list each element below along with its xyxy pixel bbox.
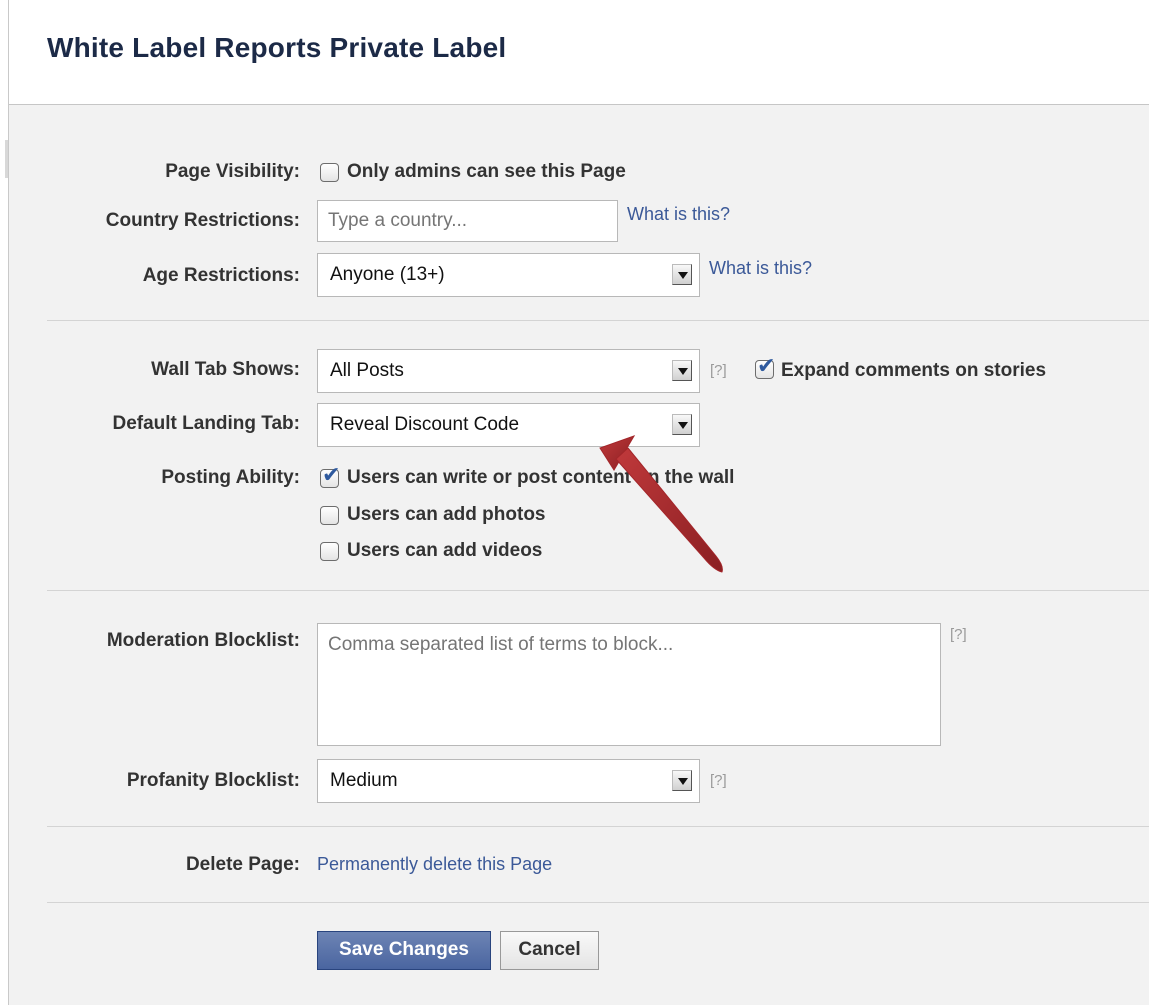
age-restrictions-label: Age Restrictions:	[142, 265, 300, 286]
posting-videos-checkbox[interactable]	[320, 542, 339, 561]
default-landing-tab-select[interactable]: Reveal Discount Code	[317, 403, 700, 447]
age-restrictions-value: Anyone (13+)	[330, 264, 445, 285]
expand-comments-label[interactable]: Expand comments on stories	[781, 360, 1046, 382]
dropdown-arrow-icon[interactable]	[672, 264, 692, 285]
posting-photos-label[interactable]: Users can add photos	[347, 504, 546, 526]
profanity-blocklist-value: Medium	[330, 770, 398, 791]
delete-page-label: Delete Page:	[185, 854, 300, 875]
expand-comments-checkbox[interactable]: ✔	[755, 355, 775, 379]
left-notch	[5, 140, 8, 178]
profanity-blocklist-label: Profanity Blocklist:	[126, 770, 300, 791]
default-landing-tab-value: Reveal Discount Code	[330, 414, 520, 435]
section-divider	[47, 320, 1149, 321]
country-help-link[interactable]: What is this?	[627, 204, 730, 225]
section-divider	[47, 590, 1149, 591]
page-visibility-label: Page Visibility:	[165, 161, 300, 182]
posting-write-label[interactable]: Users can write or post content on the w…	[347, 467, 734, 489]
checkmark-icon: ✔	[322, 462, 341, 487]
wall-tab-value: All Posts	[330, 360, 404, 381]
moderation-blocklist-label: Moderation Blocklist:	[106, 630, 300, 651]
moderation-blocklist-textarea[interactable]	[317, 623, 941, 746]
save-changes-button[interactable]: Save Changes	[317, 931, 491, 970]
age-help-link[interactable]: What is this?	[709, 258, 812, 279]
posting-photos-checkbox[interactable]	[320, 506, 339, 525]
profanity-blocklist-select[interactable]: Medium	[317, 759, 700, 803]
page-header: White Label Reports Private Label	[9, 0, 1149, 105]
page-visibility-checkbox[interactable]	[320, 163, 339, 182]
default-landing-tab-label: Default Landing Tab:	[112, 413, 300, 434]
dropdown-arrow-icon[interactable]	[672, 360, 692, 381]
cancel-button[interactable]: Cancel	[500, 931, 599, 970]
page-visibility-checkbox-label[interactable]: Only admins can see this Page	[347, 161, 626, 183]
age-restrictions-select[interactable]: Anyone (13+)	[317, 253, 700, 297]
posting-videos-label[interactable]: Users can add videos	[347, 540, 542, 562]
posting-ability-label: Posting Ability:	[161, 467, 300, 488]
profanity-help[interactable]: [?]	[710, 772, 727, 789]
country-restrictions-label: Country Restrictions:	[105, 210, 300, 231]
section-divider	[47, 902, 1149, 903]
page-title: White Label Reports Private Label	[47, 32, 507, 63]
moderation-help[interactable]: [?]	[950, 626, 967, 643]
wall-tab-help[interactable]: [?]	[710, 362, 727, 379]
posting-write-checkbox[interactable]: ✔	[320, 464, 340, 488]
country-input[interactable]	[317, 200, 618, 242]
settings-window: White Label Reports Private Label Page V…	[0, 0, 1149, 1005]
delete-page-link[interactable]: Permanently delete this Page	[317, 854, 552, 875]
dropdown-arrow-icon[interactable]	[672, 770, 692, 791]
dropdown-arrow-icon[interactable]	[672, 414, 692, 435]
wall-tab-label: Wall Tab Shows:	[151, 359, 300, 380]
wall-tab-select[interactable]: All Posts	[317, 349, 700, 393]
checkmark-icon: ✔	[757, 353, 776, 378]
section-divider	[47, 826, 1149, 827]
